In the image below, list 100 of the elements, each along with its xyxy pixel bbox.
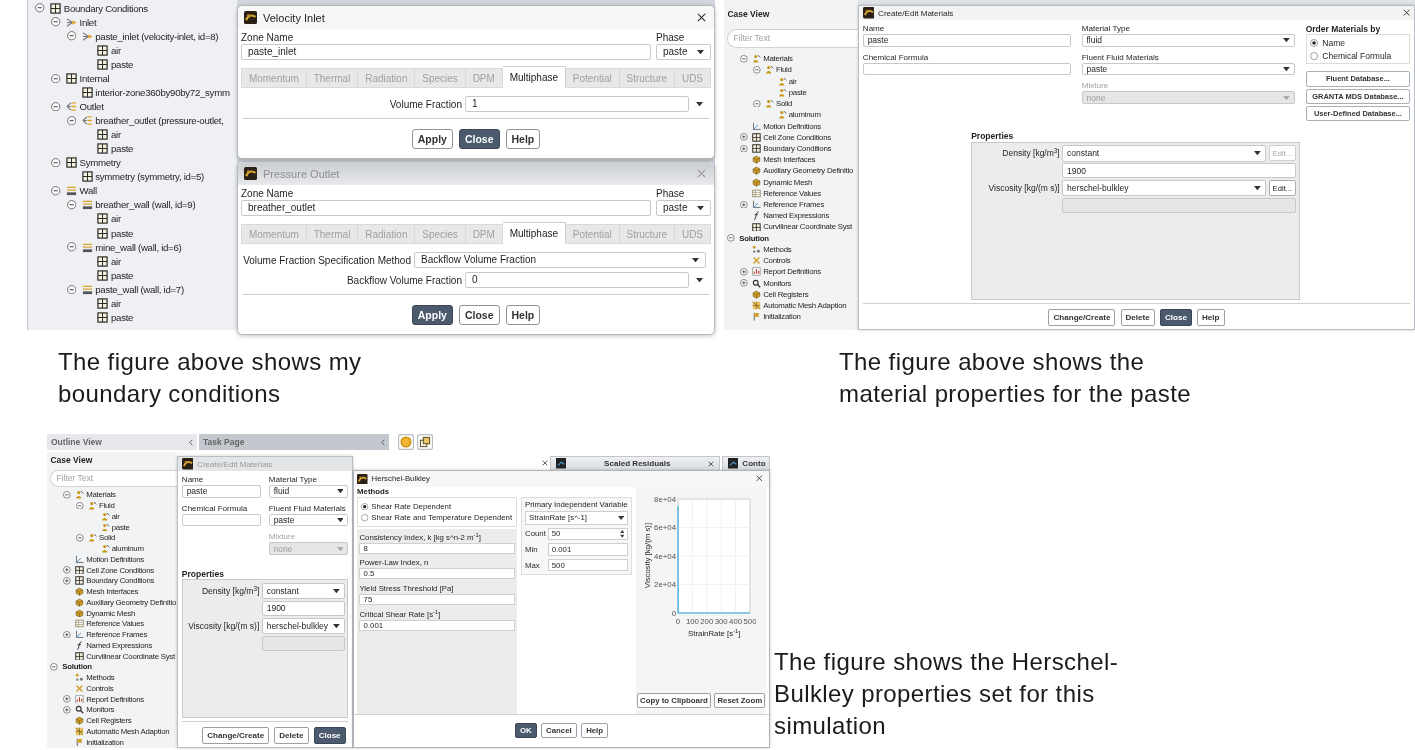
tree-item[interactable]: paste_inlet (velocity-inlet, id=8) (81, 30, 219, 42)
expand-icon[interactable] (740, 268, 748, 276)
dropdown[interactable]: paste (656, 200, 711, 216)
dialog-button[interactable]: Apply (411, 129, 453, 149)
close-icon[interactable] (708, 460, 715, 467)
dropdown[interactable]: fluid (1081, 33, 1295, 47)
collapse-icon[interactable] (740, 54, 748, 63)
collapse-icon[interactable] (51, 101, 61, 112)
dropdown[interactable]: Backflow Volume Fraction (414, 252, 706, 268)
expand-icon[interactable] (740, 133, 748, 142)
radio-option[interactable]: Chemical Formula (1310, 49, 1406, 63)
collapse-icon[interactable] (35, 3, 45, 13)
collapse-icon[interactable] (66, 284, 77, 294)
tree-item[interactable]: paste (97, 269, 134, 281)
tree-item[interactable]: mine_wall (wall, id=6) (81, 241, 182, 253)
dropdown[interactable]: paste (1081, 62, 1295, 76)
chevron-icon[interactable] (189, 438, 193, 446)
expand-icon[interactable] (740, 200, 748, 209)
expand-icon[interactable] (740, 144, 748, 153)
tree-item[interactable]: air (97, 255, 121, 267)
close-icon[interactable] (542, 460, 548, 466)
collapse-icon[interactable] (75, 533, 84, 542)
collapse-icon[interactable] (66, 242, 77, 252)
collapse-icon[interactable] (51, 186, 61, 196)
tree-item[interactable]: paste (97, 311, 134, 323)
tree-item[interactable]: air (97, 44, 121, 56)
dialog-button[interactable]: Delete (1120, 308, 1155, 327)
chevron-icon[interactable] (381, 438, 385, 446)
dropdown[interactable]: paste (268, 513, 349, 527)
collapse-icon[interactable] (752, 99, 761, 108)
expand-icon[interactable] (63, 705, 71, 714)
tab[interactable]: Multiphase (502, 222, 566, 244)
tab[interactable]: Scaled Residuals (550, 456, 720, 470)
dropdown[interactable]: herschel-bulkley (1062, 180, 1267, 197)
radio-icon[interactable] (361, 514, 369, 522)
dialog-button[interactable]: Change/Create (1048, 308, 1116, 327)
spinner-icon[interactable] (619, 530, 625, 538)
close-icon[interactable] (697, 13, 706, 22)
windows-icon[interactable] (417, 434, 433, 450)
dialog-button[interactable]: Close (313, 726, 346, 745)
input-field[interactable]: paste (181, 484, 262, 498)
radio-icon[interactable] (361, 502, 369, 510)
input-field[interactable]: 1 (465, 96, 689, 112)
input-field[interactable] (181, 513, 262, 527)
dialog-button[interactable]: Help (1197, 308, 1225, 327)
expand-icon[interactable] (63, 566, 71, 574)
collapse-icon[interactable] (66, 115, 77, 126)
tree-item[interactable]: air (97, 297, 121, 309)
input-field[interactable] (862, 62, 1072, 76)
expand-icon[interactable] (63, 576, 71, 585)
input-field[interactable]: 0 (465, 272, 689, 288)
tree-item[interactable]: Inlet (65, 16, 97, 28)
tab[interactable]: Conto (722, 456, 770, 470)
collapse-icon[interactable] (51, 17, 61, 27)
collapse-icon[interactable] (51, 158, 61, 168)
tree-item[interactable]: paste (97, 143, 134, 155)
close-icon[interactable] (756, 475, 763, 483)
collapse-icon[interactable] (63, 490, 71, 499)
filter-field[interactable]: Filter Text (50, 469, 177, 487)
dialog-button[interactable]: Change/Create (202, 726, 270, 745)
tree-item[interactable]: breather_outlet (pressure-outlet, (81, 115, 224, 127)
dropdown[interactable]: constant (261, 583, 345, 600)
tree-item[interactable]: Internal (65, 72, 110, 84)
collapse-icon[interactable] (727, 234, 736, 242)
dropdown[interactable]: fluid (268, 484, 349, 498)
collapse-icon[interactable] (752, 66, 761, 74)
tree-item[interactable]: Boundary Conditions (50, 2, 148, 14)
tree-item[interactable]: paste (97, 58, 134, 70)
tab[interactable]: Multiphase (502, 66, 566, 88)
input-field[interactable]: paste (862, 33, 1072, 47)
filter-field[interactable]: Filter Text (727, 28, 858, 48)
radio-icon[interactable] (1310, 51, 1319, 60)
disc-icon[interactable] (398, 434, 414, 450)
collapse-icon[interactable] (50, 662, 59, 671)
tree-item[interactable]: symmetry (symmetry, id=5) (81, 171, 204, 183)
collapse-icon[interactable] (51, 73, 61, 84)
tree-item[interactable]: interior-zone360by90by72_symm (81, 86, 230, 98)
dropdown[interactable]: constant (1062, 145, 1267, 162)
input-field[interactable]: breather_outlet (241, 200, 651, 216)
expand-icon[interactable] (63, 695, 71, 703)
collapse-icon[interactable] (66, 200, 77, 210)
dialog-button[interactable]: Close (458, 129, 500, 149)
tree-item[interactable]: Wall (65, 185, 97, 197)
dialog-button[interactable]: Close (1159, 308, 1192, 327)
expand-icon[interactable] (740, 279, 748, 287)
dialog-button[interactable]: Close (458, 305, 500, 325)
tree-item[interactable]: air (97, 213, 121, 225)
tree-item[interactable]: paste_wall (wall, id=7) (81, 283, 184, 295)
input-field[interactable]: 1900 (261, 600, 345, 617)
input-field[interactable]: paste_inlet (241, 44, 651, 60)
tree-item[interactable]: breather_wall (wall, id=9) (81, 199, 196, 211)
collapse-icon[interactable] (66, 31, 77, 41)
tree-item[interactable]: Outlet (65, 100, 104, 112)
tree-item[interactable]: Symmetry (65, 157, 121, 169)
tree-item[interactable]: paste (97, 227, 134, 239)
dropdown[interactable]: paste (656, 44, 711, 60)
caret-icon[interactable] (695, 277, 703, 283)
tree-item[interactable]: air (97, 129, 121, 141)
radio-icon[interactable] (1310, 39, 1319, 48)
dialog-button[interactable]: Help (505, 305, 541, 325)
